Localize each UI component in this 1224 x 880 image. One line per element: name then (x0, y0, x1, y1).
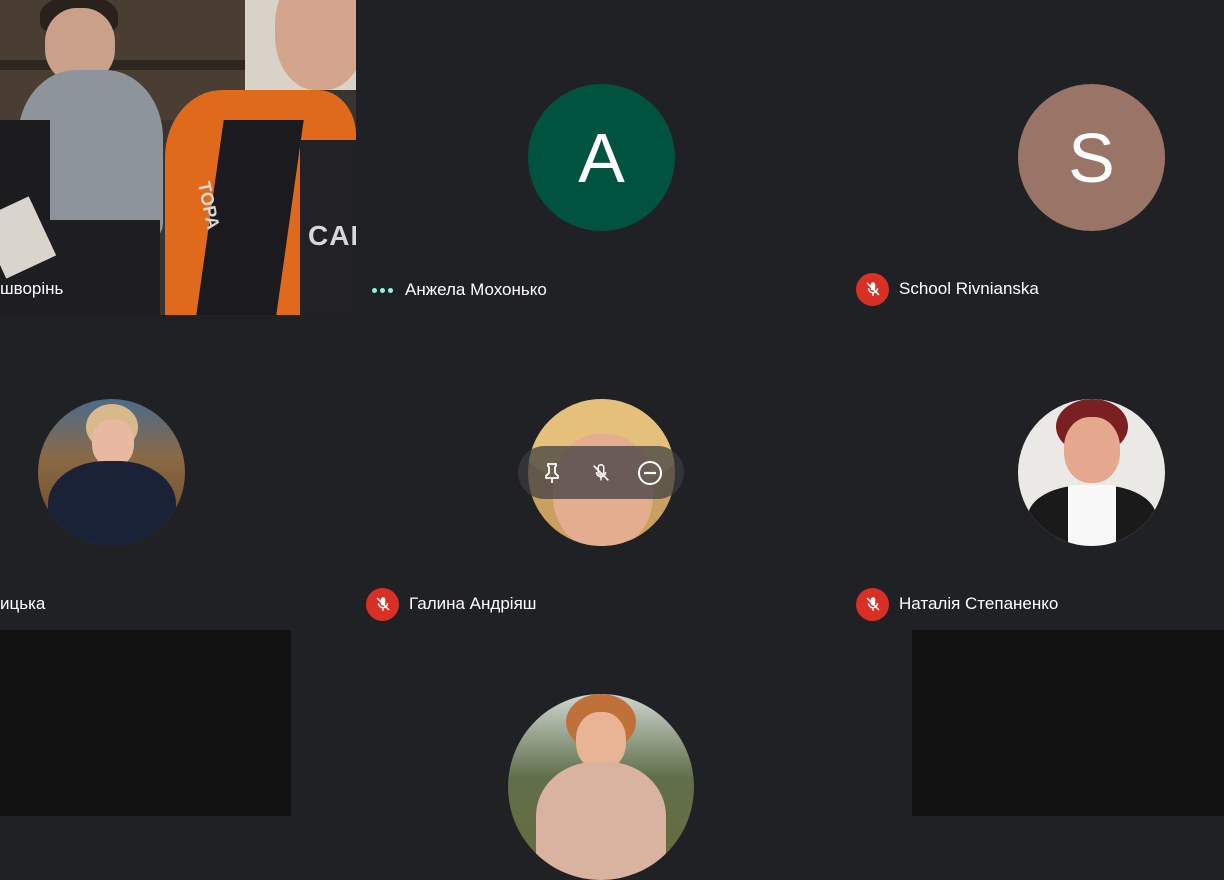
participant-name: Наталія Степаненко (899, 594, 1059, 613)
participant-name: шворінь (0, 279, 64, 298)
mic-off-icon (856, 272, 889, 306)
participant-photo (508, 694, 694, 880)
participant-label: Галина Андріяш (366, 587, 537, 621)
participant-label: Наталія Степаненко (856, 587, 1059, 621)
avatar-letter: S (1068, 118, 1115, 197)
pin-icon[interactable] (537, 458, 567, 488)
participant-photo (1018, 399, 1165, 546)
audio-activity-icon (372, 287, 393, 293)
remove-icon[interactable] (635, 458, 665, 488)
participant-photo (38, 399, 185, 546)
participant-video-tile[interactable]: CAL TOPA шворінь (0, 0, 356, 315)
empty-tile (0, 630, 291, 816)
mic-off-icon (366, 587, 399, 621)
participant-name: Галина Андріяш (409, 594, 537, 613)
participant-name: ицька (0, 594, 46, 613)
avatar-letter: A (578, 118, 625, 197)
participant-name: School Rivnianska (899, 279, 1039, 298)
participant-label: ицька (0, 588, 45, 620)
jacket-logo-text: CAL (308, 220, 356, 251)
mic-off-icon[interactable] (586, 458, 616, 488)
participant-label: School Rivnianska (856, 272, 1039, 306)
participant-hover-controls (518, 446, 684, 499)
participant-avatar: A (528, 84, 675, 231)
background-shelf-board (0, 60, 245, 70)
mic-off-icon (856, 587, 889, 621)
empty-tile (912, 630, 1224, 816)
participant-avatar: S (1018, 84, 1165, 231)
participant-name: Анжела Мохонько (405, 280, 547, 299)
participant-label: Анжела Мохонько (357, 274, 547, 306)
